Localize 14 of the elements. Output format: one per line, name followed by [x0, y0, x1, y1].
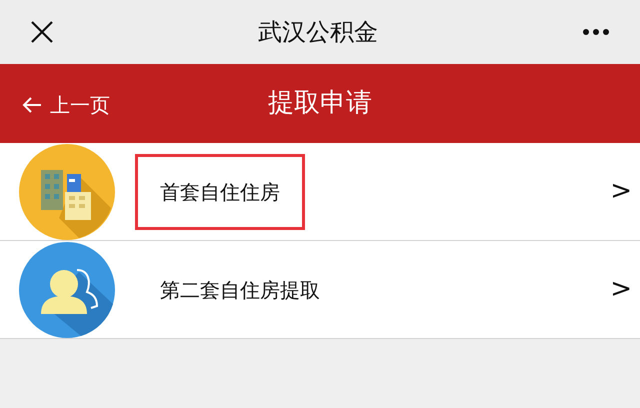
chevron: > — [610, 175, 632, 208]
window-title: 武汉公积金 — [258, 17, 378, 48]
page-title: 提取申请 — [268, 87, 372, 120]
close-icon[interactable] — [30, 20, 54, 44]
users-icon — [19, 242, 115, 338]
back-arrow-icon — [22, 96, 42, 114]
back-link[interactable]: 上一页 — [22, 90, 110, 120]
more-icon[interactable] — [582, 28, 610, 36]
list-item[interactable]: 首套自住住房 > — [0, 143, 640, 241]
item-label: 首套自住住房 — [135, 154, 305, 230]
chevron: > — [610, 273, 632, 306]
buildings-icon — [19, 144, 115, 240]
item-label: 第二套自住房提取 — [159, 276, 321, 304]
list-item[interactable]: 第二套自住房提取 > — [0, 241, 640, 339]
